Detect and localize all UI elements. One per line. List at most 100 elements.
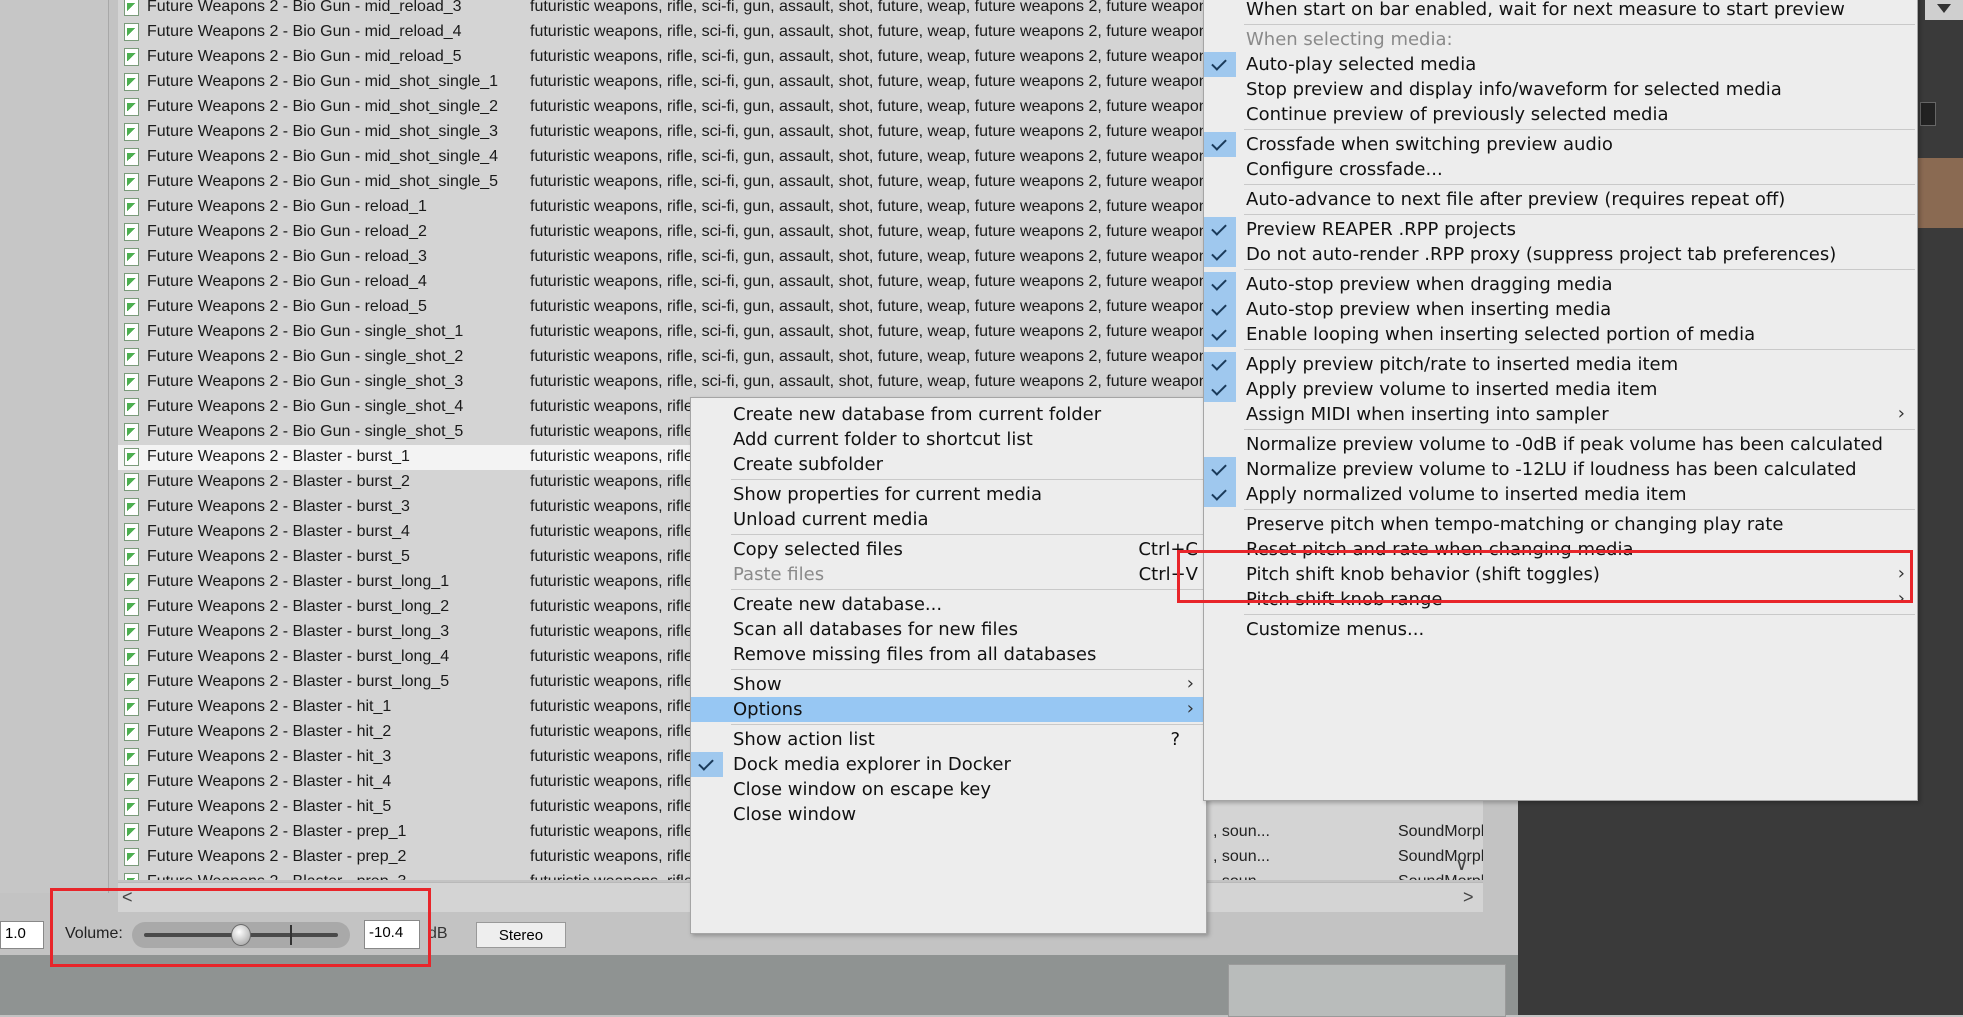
file-tags: futuristic weapons, rifle, sci-fi, gun, …	[530, 248, 1208, 265]
menu-item-do-not-auto-render-rpp-proxy-suppress-pr[interactable]: Do not auto-render .RPP proxy (suppress …	[1204, 242, 1917, 267]
audio-file-icon	[124, 348, 139, 366]
menu-item-continue-preview-of-previously-selected-[interactable]: Continue preview of previously selected …	[1204, 102, 1917, 127]
checkmark-icon	[691, 752, 723, 777]
menu-shortcut: ?	[1170, 729, 1180, 750]
menu-item-label: Create new database...	[733, 594, 943, 615]
menu-item-close-window[interactable]: Close window	[691, 802, 1206, 827]
file-name: Future Weapons 2 - Blaster - burst_4	[147, 523, 410, 540]
file-name: Future Weapons 2 - Bio Gun - mid_shot_si…	[147, 123, 499, 140]
slider-center-mark	[290, 925, 292, 945]
checkmark-icon	[1204, 482, 1236, 507]
menu-separator	[731, 669, 1204, 670]
audio-file-icon	[124, 148, 139, 166]
menu-item-auto-stop-preview-when-dragging-media[interactable]: Auto-stop preview when dragging media	[1204, 272, 1917, 297]
menu-item-label: Copy selected files	[733, 539, 903, 560]
menu-item-crossfade-when-switching-preview-audio[interactable]: Crossfade when switching preview audio	[1204, 132, 1917, 157]
audio-file-icon	[124, 623, 139, 641]
menu-item-close-window-on-escape-key[interactable]: Close window on escape key	[691, 777, 1206, 802]
menu-separator	[1244, 429, 1915, 430]
file-tags: futuristic weapons, rifle, sci-fi, gun, …	[530, 48, 1208, 65]
menu-item-create-new-database[interactable]: Create new database...	[691, 592, 1206, 617]
menu-item-create-subfolder[interactable]: Create subfolder	[691, 452, 1206, 477]
file-tags: futuristic weapons, rifle, sci-fi, gun, …	[530, 298, 1208, 315]
context-menu[interactable]: Create new database from current folder A…	[690, 397, 1207, 934]
menu-item-auto-play-selected-media[interactable]: Auto-play selected media	[1204, 52, 1917, 77]
options-submenu[interactable]: When start on bar enabled, wait for next…	[1203, 0, 1918, 801]
menu-item-scan-all-databases-for-new-files[interactable]: Scan all databases for new files	[691, 617, 1206, 642]
audio-file-icon	[124, 548, 139, 566]
file-name: Future Weapons 2 - Bio Gun - single_shot…	[147, 398, 464, 415]
file-name: Future Weapons 2 - Blaster - hit_5	[147, 798, 392, 815]
menu-item-label: Show properties for current media	[733, 484, 1043, 505]
menu-separator	[1244, 269, 1915, 270]
menu-item-when-start-on-bar-enabled-wait-for-next-[interactable]: When start on bar enabled, wait for next…	[1204, 0, 1917, 22]
menu-item-dock-media-explorer-in-docker[interactable]: Dock media explorer in Docker	[691, 752, 1206, 777]
submenu-chevron-icon: ›	[1897, 403, 1905, 424]
rate-input[interactable]: 1.0	[0, 921, 44, 949]
menu-item-customize-menus[interactable]: Customize menus...	[1204, 617, 1917, 642]
menu-item-pitch-shift-knob-behavior-shift-toggles[interactable]: Pitch shift knob behavior (shift toggles…	[1204, 562, 1917, 587]
menu-item-show[interactable]: Show ›	[691, 672, 1206, 697]
checkmark-icon	[1204, 217, 1236, 242]
menu-item-normalize-preview-volume-to-0db-if-peak-[interactable]: Normalize preview volume to -0dB if peak…	[1204, 432, 1917, 457]
menu-item-copy-selected-files[interactable]: Copy selected files Ctrl+C	[691, 537, 1206, 562]
scroll-left-icon[interactable]: <	[122, 887, 133, 908]
menu-item-normalize-preview-volume-to-12lu-if-loud[interactable]: Normalize preview volume to -12LU if lou…	[1204, 457, 1917, 482]
track-button[interactable]	[1920, 102, 1936, 126]
menu-item-preserve-pitch-when-tempo-matching-or-ch[interactable]: Preserve pitch when tempo-matching or ch…	[1204, 512, 1917, 537]
menu-separator	[1244, 24, 1915, 25]
audio-file-icon	[124, 473, 139, 491]
menu-item-pitch-shift-knob-range[interactable]: Pitch shift knob range ›	[1204, 587, 1917, 612]
menu-item-preview-reaper-rpp-projects[interactable]: Preview REAPER .RPP projects	[1204, 217, 1917, 242]
menu-separator	[731, 589, 1204, 590]
file-name: Future Weapons 2 - Bio Gun - single_shot…	[147, 348, 464, 365]
file-name: Future Weapons 2 - Blaster - burst_2	[147, 473, 410, 490]
menu-item-create-new-database-from-current-folder[interactable]: Create new database from current folder	[691, 402, 1206, 427]
scroll-down-icon[interactable]: ∨	[1455, 854, 1468, 875]
menu-item-label: Apply preview volume to inserted media i…	[1246, 379, 1658, 400]
menu-item-show-properties-for-current-media[interactable]: Show properties for current media	[691, 482, 1206, 507]
file-name: Future Weapons 2 - Blaster - prep_2	[147, 848, 407, 865]
menu-item-apply-preview-pitch-rate-to-inserted-med[interactable]: Apply preview pitch/rate to inserted med…	[1204, 352, 1917, 377]
menu-item-unload-current-media[interactable]: Unload current media	[691, 507, 1206, 532]
file-name: Future Weapons 2 - Bio Gun - reload_2	[147, 223, 427, 240]
volume-slider-knob[interactable]	[231, 924, 251, 946]
menu-item-remove-missing-files-from-all-databases[interactable]: Remove missing files from all databases	[691, 642, 1206, 667]
file-name: Future Weapons 2 - Bio Gun - single_shot…	[147, 323, 464, 340]
menu-item-label: Enable looping when inserting selected p…	[1246, 324, 1756, 345]
menu-item-label: Configure crossfade...	[1246, 159, 1443, 180]
stereo-button[interactable]: Stereo	[476, 922, 566, 948]
volume-slider[interactable]	[132, 922, 350, 948]
file-tags: futuristic weapons, rifle, sci-fi, gun, …	[530, 73, 1208, 90]
file-name: Future Weapons 2 - Bio Gun - mid_shot_si…	[147, 98, 499, 115]
menu-item-configure-crossfade[interactable]: Configure crossfade...	[1204, 157, 1917, 182]
menu-item-options[interactable]: Options ›	[691, 697, 1206, 722]
audio-file-icon	[124, 323, 139, 341]
menu-item-reset-pitch-and-rate-when-changing-media[interactable]: Reset pitch and rate when changing media	[1204, 537, 1917, 562]
volume-value-input[interactable]: -10.4	[364, 920, 420, 949]
scroll-right-icon[interactable]: >	[1463, 887, 1474, 908]
file-vendor: SoundMorph	[1398, 848, 1483, 865]
file-name: Future Weapons 2 - Bio Gun - mid_reload_…	[147, 48, 462, 65]
menu-item-auto-stop-preview-when-inserting-media[interactable]: Auto-stop preview when inserting media	[1204, 297, 1917, 322]
menu-item-label: Unload current media	[733, 509, 929, 530]
menu-item-apply-normalized-volume-to-inserted-medi[interactable]: Apply normalized volume to inserted medi…	[1204, 482, 1917, 507]
menu-item-assign-midi-when-inserting-into-sampler[interactable]: Assign MIDI when inserting into sampler ›	[1204, 402, 1917, 427]
menu-item-stop-preview-and-display-info-waveform-f[interactable]: Stop preview and display info/waveform f…	[1204, 77, 1917, 102]
file-vendor: SoundMorph	[1398, 873, 1483, 880]
menu-item-label: Scan all databases for new files	[733, 619, 1018, 640]
file-name: Future Weapons 2 - Bio Gun - mid_shot_si…	[147, 73, 499, 90]
volume-label: Volume:	[65, 925, 123, 942]
dropdown-arrow-icon[interactable]	[1925, 0, 1963, 20]
menu-separator	[1244, 509, 1915, 510]
menu-item-add-current-folder-to-shortcut-list[interactable]: Add current folder to shortcut list	[691, 427, 1206, 452]
audio-file-icon	[124, 23, 139, 41]
menu-item-enable-looping-when-inserting-selected-p[interactable]: Enable looping when inserting selected p…	[1204, 322, 1917, 347]
file-name: Future Weapons 2 - Bio Gun - reload_5	[147, 298, 427, 315]
menu-item-auto-advance-to-next-file-after-preview-[interactable]: Auto-advance to next file after preview …	[1204, 187, 1917, 212]
menu-separator	[1244, 214, 1915, 215]
menu-separator	[731, 534, 1204, 535]
menu-item-label: When start on bar enabled, wait for next…	[1246, 0, 1845, 20]
menu-item-apply-preview-volume-to-inserted-media-i[interactable]: Apply preview volume to inserted media i…	[1204, 377, 1917, 402]
menu-item-show-action-list[interactable]: Show action list?	[691, 727, 1206, 752]
